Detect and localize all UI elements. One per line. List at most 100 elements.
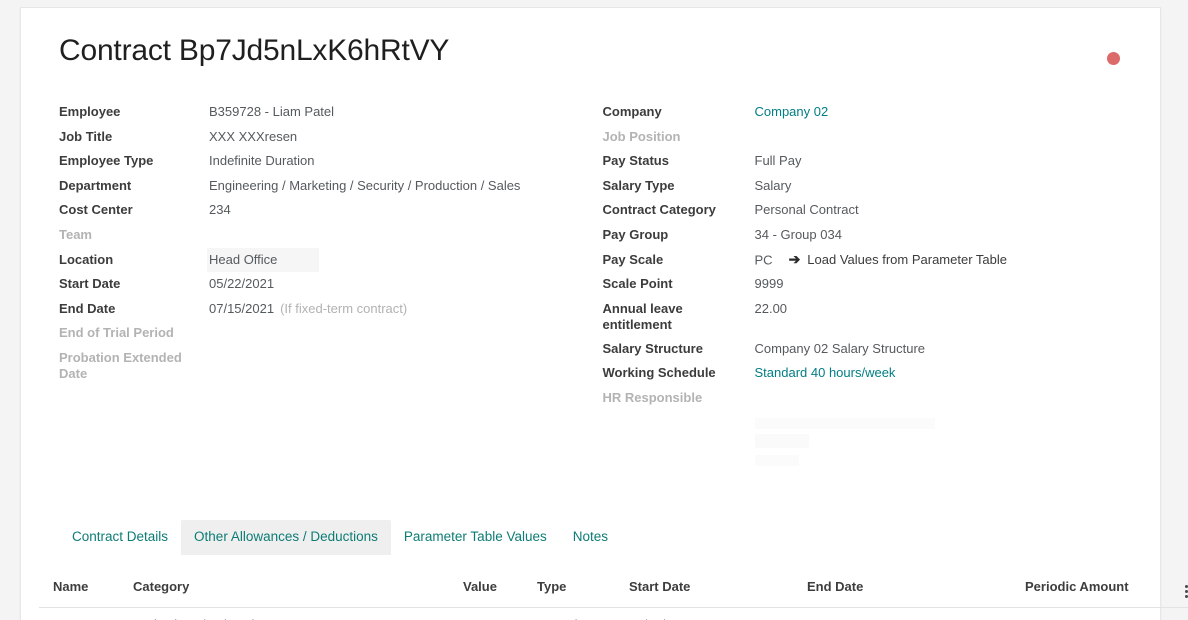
field-label-end-date: End Date xyxy=(59,300,116,316)
status-indicator[interactable] xyxy=(1107,32,1140,65)
field-value-salary-type[interactable]: Salary xyxy=(755,174,792,198)
field-value-company[interactable]: Company 02 xyxy=(755,100,829,124)
field-value-employee-type[interactable]: Indefinite Duration xyxy=(209,149,315,173)
field-row-salary-structure: Salary Structure Company 02 Salary Struct… xyxy=(603,337,1143,362)
allowances-deductions-table: Name Category Value Type Start Date End Date P… xyxy=(39,575,1188,620)
cell-value[interactable]: 209.28 xyxy=(457,607,531,620)
field-label-salary-structure: Salary Structure xyxy=(602,340,703,356)
field-label-job-position: Job Position xyxy=(602,128,681,144)
field-label-pay-group: Pay Group xyxy=(602,226,669,242)
table-header-row: Name Category Value Type Start Date End Date P… xyxy=(39,575,1188,608)
empty-field-placeholders xyxy=(603,417,1143,466)
field-value-text-job-title: XXX XXXresen xyxy=(209,128,298,144)
cell-start-date[interactable]: 02/01/2019 xyxy=(623,607,801,620)
tab-other-allowances-deductions[interactable]: Other Allowances / Deductions xyxy=(181,519,391,555)
field-value-text-salary-structure: Company 02 Salary Structure xyxy=(754,340,926,356)
field-row-working-schedule: Working Schedule Standard 40 hours/week xyxy=(603,361,1143,386)
contract-fields: Employee B359728 - Liam Patel Job Title XXX… xyxy=(39,70,1142,466)
field-value-job-title[interactable]: XXX XXXresen xyxy=(209,125,297,149)
field-row-pay-scale: Pay Scale PC ➔ Load Values from Parameter T… xyxy=(603,248,1143,273)
column-header-periodic-amount[interactable]: Periodic Amount xyxy=(1019,575,1179,608)
cell-end-date[interactable] xyxy=(801,607,1019,620)
column-header-category[interactable]: Category xyxy=(127,575,457,608)
column-header-value[interactable]: Value xyxy=(457,575,531,608)
field-label-scale-point: Scale Point xyxy=(602,276,673,292)
field-row-job-position: Job Position xyxy=(603,125,1143,150)
field-label-annual-leave-entitlement: Annual leave entitlement xyxy=(602,300,683,332)
field-row-pay-status: Pay Status Full Pay xyxy=(603,149,1143,174)
field-row-scale-point: Scale Point 9999 xyxy=(603,272,1143,297)
field-row-contract-category: Contract Category Personal Contract xyxy=(603,198,1143,223)
field-value-text-annual-leave-entitlement: 22.00 xyxy=(754,300,788,316)
field-label-contract-category: Contract Category xyxy=(602,202,716,218)
field-value-text-start-date: 05/22/2021 xyxy=(209,276,275,292)
tab-notes[interactable]: Notes xyxy=(560,520,621,555)
field-value-text-company: Company 02 xyxy=(754,104,829,119)
field-row-start-date: Start Date 05/22/2021 xyxy=(59,272,591,297)
field-value-text-contract-category: Personal Contract xyxy=(754,202,859,218)
field-row-end-date: End Date 07/15/2021 (If fixed-term contrac… xyxy=(59,297,591,322)
cell-category[interactable]: Deductions / Vol Deduct xyxy=(127,607,457,620)
table-row[interactable]: ABC 1Deductions / Vol Deduct209.28Annual… xyxy=(39,607,1188,620)
field-value-annual-leave-entitlement[interactable]: 22.00 xyxy=(755,297,788,321)
column-options-header[interactable] xyxy=(1179,575,1188,608)
fields-left-column: Employee B359728 - Liam Patel Job Title XXX… xyxy=(39,100,591,466)
field-row-job-title: Job Title XXX XXXresen xyxy=(59,125,591,150)
placeholder-block-3 xyxy=(754,454,799,466)
cell-row-options[interactable] xyxy=(1179,607,1188,620)
field-value-working-schedule[interactable]: Standard 40 hours/week xyxy=(755,361,896,385)
field-row-end-of-trial-period: End of Trial Period xyxy=(59,321,591,346)
cell-type[interactable]: Annual xyxy=(531,607,623,620)
tab-parameter-table-values[interactable]: Parameter Table Values xyxy=(391,520,560,555)
cell-name[interactable]: ABC 1 xyxy=(39,607,127,620)
field-label-working-schedule: Working Schedule xyxy=(602,365,716,381)
field-value-location[interactable]: Head Office xyxy=(207,247,320,272)
field-value-text-working-schedule: Standard 40 hours/week xyxy=(754,365,896,381)
placeholder-block-2 xyxy=(754,433,809,448)
field-value-pay-scale[interactable]: PC ➔ Load Values from Parameter Table xyxy=(755,248,1007,273)
field-row-cost-center: Cost Center 234 xyxy=(59,198,591,223)
allowances-deductions-table-wrap: Name Category Value Type Start Date End Date P… xyxy=(39,555,1188,620)
field-row-employee-type: Employee Type Indefinite Duration xyxy=(59,149,591,174)
field-label-department: Department xyxy=(59,177,132,193)
load-values-from-parameter-table-button[interactable]: ➔ Load Values from Parameter Table xyxy=(789,252,1007,268)
field-value-pay-status[interactable]: Full Pay xyxy=(755,149,802,173)
field-value-text-employee-type: Indefinite Duration xyxy=(209,153,315,169)
field-value-cost-center[interactable]: 234 xyxy=(209,198,231,222)
tab-contract-details[interactable]: Contract Details xyxy=(59,520,181,555)
field-value-scale-point[interactable]: 9999 xyxy=(755,272,784,296)
field-label-pay-scale: Pay Scale xyxy=(602,251,664,267)
field-label-job-title: Job Title xyxy=(59,128,113,144)
contract-form-sheet: Contract Bp7Jd5nLxK6hRtVY Employee B35972… xyxy=(20,7,1188,620)
field-value-start-date[interactable]: 05/22/2021 xyxy=(209,272,274,296)
placeholder-block-1 xyxy=(754,417,935,429)
column-header-name[interactable]: Name xyxy=(39,575,127,608)
field-value-pay-group[interactable]: 34 - Group 034 xyxy=(755,223,842,247)
field-value-salary-structure[interactable]: Company 02 Salary Structure xyxy=(755,337,926,361)
field-value-employee[interactable]: B359728 - Liam Patel xyxy=(209,100,334,124)
load-values-label: Load Values from Parameter Table xyxy=(807,251,1007,267)
field-row-annual-leave-entitlement: Annual leave entitlement 22.00 xyxy=(603,297,1143,337)
field-value-department[interactable]: Engineering / Marketing / Security / Pro… xyxy=(209,174,520,198)
field-value-text-scale-point: 9999 xyxy=(754,276,784,292)
field-value-contract-category[interactable]: Personal Contract xyxy=(755,198,859,222)
field-row-hr-responsible: HR Responsible xyxy=(603,386,1143,411)
cell-periodic-amount[interactable]: 16.10 xyxy=(1019,607,1179,620)
field-value-end-date[interactable]: 07/15/2021 (If fixed-term contract) xyxy=(209,297,407,321)
status-dot-icon[interactable] xyxy=(1107,52,1120,65)
field-label-employee-type: Employee Type xyxy=(59,153,154,169)
field-value-text-employee: B359728 - Liam Patel xyxy=(209,104,335,119)
column-header-type[interactable]: Type xyxy=(531,575,623,608)
field-value-text-cost-center: 234 xyxy=(209,202,231,218)
field-value-text-pay-scale: PC xyxy=(754,252,773,268)
form-header: Contract Bp7Jd5nLxK6hRtVY xyxy=(39,32,1142,70)
field-row-pay-group: Pay Group 34 - Group 034 xyxy=(603,223,1143,248)
field-label-company: Company xyxy=(602,104,662,119)
field-value-text-pay-status: Full Pay xyxy=(754,153,802,169)
field-row-salary-type: Salary Type Salary xyxy=(603,174,1143,199)
column-header-end-date[interactable]: End Date xyxy=(801,575,1019,608)
page-title: Contract Bp7Jd5nLxK6hRtVY xyxy=(59,34,450,67)
field-row-employee: Employee B359728 - Liam Patel xyxy=(59,100,591,125)
column-header-start-date[interactable]: Start Date xyxy=(623,575,801,608)
field-label-cost-center: Cost Center xyxy=(59,202,133,218)
